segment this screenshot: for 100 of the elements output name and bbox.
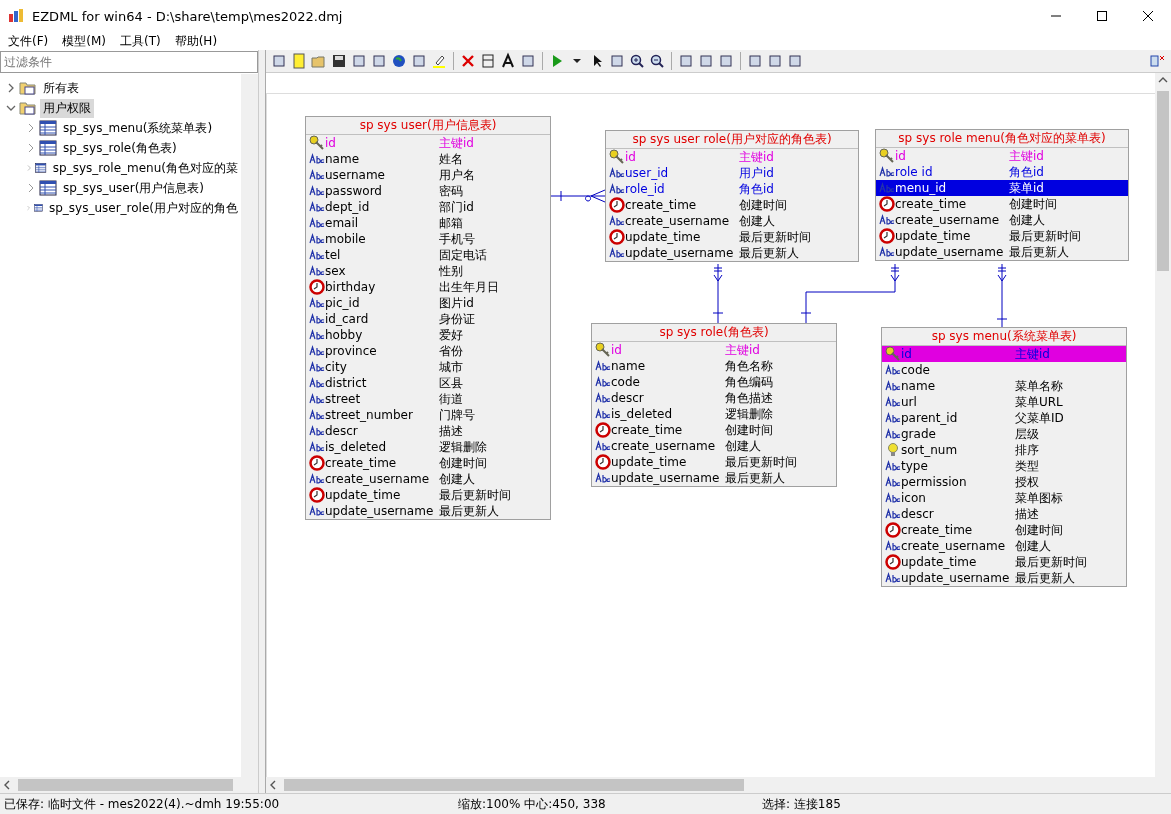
field-row[interactable]: role_id 角色id bbox=[606, 181, 858, 197]
new-file-icon[interactable] bbox=[290, 52, 308, 70]
menu-item[interactable]: 文件(F) bbox=[8, 32, 49, 50]
field-row[interactable]: create_time 创建时间 bbox=[876, 196, 1128, 212]
globe-icon[interactable] bbox=[390, 52, 408, 70]
field-row[interactable]: id 主键id bbox=[876, 148, 1128, 164]
field-row[interactable]: role id 角色id bbox=[876, 164, 1128, 180]
close-icon[interactable] bbox=[1143, 11, 1153, 21]
field-row[interactable]: id 主键id bbox=[592, 342, 836, 358]
zoom-out-icon[interactable] bbox=[648, 52, 666, 70]
key-icon bbox=[609, 149, 625, 165]
field-row[interactable]: name 角色名称 bbox=[592, 358, 836, 374]
field-row[interactable]: pic_id 图片id bbox=[306, 295, 550, 311]
field-row[interactable]: create_time 创建时间 bbox=[882, 522, 1126, 538]
layout-toggle-icon[interactable] bbox=[1149, 52, 1167, 70]
field-row[interactable]: update_username 最后更新人 bbox=[592, 470, 836, 486]
tree-item[interactable]: 用户权限 bbox=[40, 98, 94, 118]
maximize-icon[interactable] bbox=[1097, 11, 1107, 21]
menu-item[interactable]: 模型(M) bbox=[62, 32, 106, 50]
field-row[interactable]: descr 角色描述 bbox=[592, 390, 836, 406]
entity-table[interactable]: sp sys role menu(角色对应的菜单表) id 主键id role id 角色id menu_id 菜单id create_time 创建时间 create_username 创建人 update_time 最后更新时间 update_username 最后更新人 bbox=[875, 129, 1129, 261]
field-row[interactable]: is_deleted 逻辑删除 bbox=[592, 406, 836, 422]
field-row[interactable]: name 姓名 bbox=[306, 151, 550, 167]
field-row[interactable]: create_username 创建人 bbox=[592, 438, 836, 454]
tree-item[interactable]: sp_sys_user_role(用户对应的角色 bbox=[45, 198, 241, 218]
field-row[interactable]: grade 层级 bbox=[882, 426, 1126, 442]
field-row[interactable]: city 城市 bbox=[306, 359, 550, 375]
field-row[interactable]: icon 菜单图标 bbox=[882, 490, 1126, 506]
scrollbar-thumb[interactable] bbox=[284, 779, 744, 791]
clock-icon bbox=[609, 197, 625, 213]
field-row[interactable]: street_number 门牌号 bbox=[306, 407, 550, 423]
tree-item[interactable]: sp_sys_menu(系统菜单表) bbox=[60, 118, 216, 138]
field-row[interactable]: update_time 最后更新时间 bbox=[592, 454, 836, 470]
field-row[interactable]: dept_id 部门id bbox=[306, 199, 550, 215]
zoom-in-icon[interactable] bbox=[628, 52, 646, 70]
field-row[interactable]: mobile 手机号 bbox=[306, 231, 550, 247]
field-row[interactable]: update_time 最后更新时间 bbox=[306, 487, 550, 503]
field-row[interactable]: hobby 爱好 bbox=[306, 327, 550, 343]
field-row[interactable]: id 主键id bbox=[306, 135, 550, 151]
tree-item[interactable]: sp_sys_user(用户信息表) bbox=[60, 178, 207, 198]
field-row[interactable]: create_time 创建时间 bbox=[306, 455, 550, 471]
field-row[interactable]: id 主键id bbox=[606, 149, 858, 165]
field-row[interactable]: create_time 创建时间 bbox=[592, 422, 836, 438]
entity-table[interactable]: sp sys role(角色表) id 主键id name 角色名称 code 角色编码 descr 角色描述 is_deleted 逻辑删除 create_time 创建时间 create_username 创建人 update_time 最后更新时间 update_username 最后更新人 bbox=[591, 323, 837, 487]
filter-field[interactable]: 过滤条件 bbox=[0, 51, 258, 73]
field-name: id bbox=[901, 347, 912, 361]
field-comment: 固定电话 bbox=[439, 246, 487, 264]
field-row[interactable]: id_card 身份证 bbox=[306, 311, 550, 327]
field-row[interactable]: create_username 创建人 bbox=[306, 471, 550, 487]
table-icon[interactable] bbox=[479, 52, 497, 70]
field-row[interactable]: user_id 用户id bbox=[606, 165, 858, 181]
field-name: sex bbox=[325, 264, 346, 278]
field-row[interactable]: update_username 最后更新人 bbox=[606, 245, 858, 261]
entity-table[interactable] bbox=[881, 327, 1127, 587]
text-type-icon bbox=[309, 232, 325, 246]
field-row[interactable]: password 密码 bbox=[306, 183, 550, 199]
field-row[interactable]: create_username 创建人 bbox=[606, 213, 858, 229]
menu-item[interactable]: 工具(T) bbox=[120, 32, 161, 50]
field-row[interactable]: update_time 最后更新时间 bbox=[876, 228, 1128, 244]
save-icon[interactable] bbox=[330, 52, 348, 70]
field-row[interactable]: create_username 创建人 bbox=[882, 538, 1126, 554]
field-row[interactable]: tel 固定电话 bbox=[306, 247, 550, 263]
field-row[interactable]: code 角色编码 bbox=[592, 374, 836, 390]
scrollbar-thumb[interactable] bbox=[18, 779, 233, 791]
field-row[interactable]: menu_id 菜单id bbox=[876, 180, 1128, 196]
field-row[interactable]: name 菜单名称 bbox=[882, 378, 1126, 394]
field-row[interactable]: type 类型 bbox=[882, 458, 1126, 474]
field-row[interactable]: street 街道 bbox=[306, 391, 550, 407]
field-row[interactable]: url 菜单URL bbox=[882, 394, 1126, 410]
entity-table[interactable]: sp sys user role(用户对应的角色表) id 主键id user_id 用户id role_id 角色id create_time 创建时间 create_username 创建人 update_time 最后更新时间 update_username 最后更新人 bbox=[605, 130, 859, 262]
field-row[interactable]: update_time 最后更新时间 bbox=[882, 554, 1126, 570]
field-row[interactable]: permission 授权 bbox=[882, 474, 1126, 490]
field-row[interactable]: province 省份 bbox=[306, 343, 550, 359]
field-row[interactable]: sort_num 排序 bbox=[882, 442, 1126, 458]
field-row[interactable]: code bbox=[882, 362, 1126, 378]
tree-item[interactable]: sp_sys_role_menu(角色对应的菜 bbox=[49, 158, 241, 178]
field-row[interactable]: update_username 最后更新人 bbox=[882, 570, 1126, 586]
tree-item[interactable]: 所有表 bbox=[40, 78, 82, 98]
field-row[interactable]: update_time 最后更新时间 bbox=[606, 229, 858, 245]
field-row[interactable]: username 用户名 bbox=[306, 167, 550, 183]
field-row[interactable]: update_username 最后更新人 bbox=[306, 503, 550, 519]
chevron-down-icon[interactable] bbox=[6, 103, 16, 113]
field-row[interactable]: birthday 出生年月日 bbox=[306, 279, 550, 295]
font-icon[interactable] bbox=[499, 52, 517, 70]
entity-table[interactable] bbox=[305, 116, 551, 520]
tree-item[interactable]: sp_sys_role(角色表) bbox=[60, 138, 180, 158]
field-row[interactable]: create_username 创建人 bbox=[876, 212, 1128, 228]
chevron-right-icon[interactable] bbox=[6, 83, 16, 93]
menu-item[interactable]: 帮助(H) bbox=[174, 32, 218, 50]
text-type-icon bbox=[309, 216, 325, 230]
field-row[interactable]: descr 描述 bbox=[306, 423, 550, 439]
field-row[interactable]: update_username 最后更新人 bbox=[876, 244, 1128, 260]
field-row[interactable]: create_time 创建时间 bbox=[606, 197, 858, 213]
field-row[interactable]: is_deleted 逻辑删除 bbox=[306, 439, 550, 455]
field-row[interactable]: descr 描述 bbox=[882, 506, 1126, 522]
field-row[interactable]: email 邮箱 bbox=[306, 215, 550, 231]
field-row[interactable]: district 区县 bbox=[306, 375, 550, 391]
scrollbar-thumb[interactable] bbox=[1157, 91, 1169, 271]
field-row[interactable]: parent_id 父菜单ID bbox=[882, 410, 1126, 426]
field-row[interactable]: sex 性别 bbox=[306, 263, 550, 279]
